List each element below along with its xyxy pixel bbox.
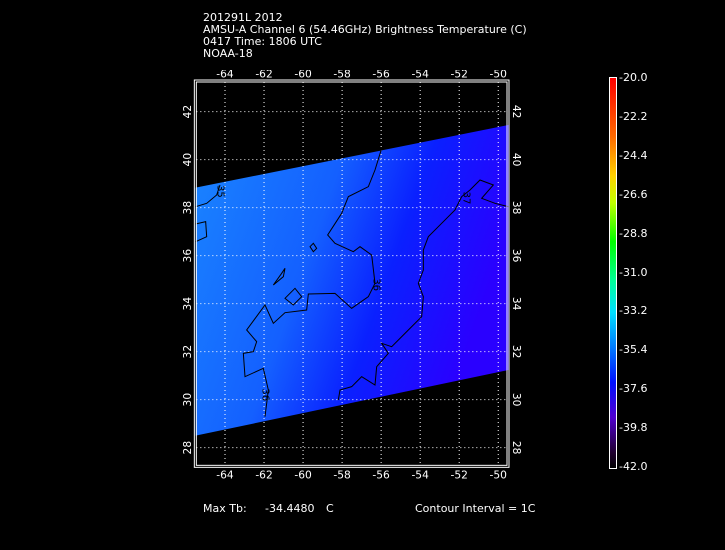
x-tick-label-top: -50 — [490, 70, 508, 80]
x-tick-label-top: -60 — [294, 70, 312, 80]
colorbar-tick-label: -26.6 — [619, 187, 648, 201]
y-tick-label-right: 38 — [510, 201, 523, 215]
contour-label: 36 — [371, 278, 382, 291]
x-tick-label-bottom: -50 — [490, 468, 508, 481]
max-tb-unit: C — [326, 502, 334, 515]
x-tick-label-bottom: -54 — [411, 468, 429, 481]
x-tick-label-top: -58 — [333, 70, 351, 80]
contour-label: 35 — [215, 185, 226, 198]
y-tick-label-right: 34 — [510, 297, 523, 311]
y-tick-label-left: 40 — [181, 153, 194, 167]
colorbar-tick-label: -28.8 — [619, 226, 648, 240]
max-tb-label: Max Tb: — [203, 502, 247, 515]
y-tick-label-left: 32 — [181, 345, 194, 359]
x-tick-label-top: -52 — [450, 70, 467, 80]
x-tick-label-top: -64 — [216, 70, 234, 80]
colorbar — [609, 77, 617, 469]
colorbar-tick-label: -22.2 — [619, 109, 648, 123]
colorbar-tick-label: -24.4 — [619, 148, 648, 162]
y-tick-label-left: 34 — [181, 297, 194, 311]
colorbar-tick-label: -42.0 — [619, 460, 648, 473]
colorbar-tick-label: -37.6 — [619, 382, 648, 396]
x-tick-label-top: -56 — [372, 70, 390, 80]
max-tb-value: -34.4480 — [265, 502, 315, 515]
y-tick-label-right: 36 — [510, 249, 523, 263]
x-tick-label-bottom: -60 — [294, 468, 312, 481]
y-tick-label-left: 38 — [181, 201, 194, 215]
y-tick-label-left: 28 — [181, 441, 194, 455]
brightness-temperature-map: 35 36 37 36 -64 -64 -62 -62 -60 -60 -58 -58 -56 -… — [181, 70, 523, 481]
contour-interval: Contour Interval = 1C — [415, 502, 536, 515]
colorbar-tick-label: -35.4 — [619, 343, 648, 357]
y-tick-label-right: 40 — [510, 153, 523, 167]
y-tick-label-right: 30 — [510, 393, 523, 407]
x-tick-label-bottom: -56 — [372, 468, 390, 481]
x-tick-label-bottom: -58 — [333, 468, 351, 481]
colorbar-tick-label: -39.8 — [619, 421, 648, 435]
x-tick-label-top: -62 — [255, 70, 272, 80]
contour-label: 37 — [460, 192, 471, 205]
contour-label: 36 — [259, 388, 270, 401]
y-tick-label-right: 28 — [510, 441, 523, 455]
swath — [195, 125, 509, 436]
y-tick-label-left: 42 — [181, 105, 194, 119]
x-tick-label-bottom: -62 — [255, 468, 272, 481]
y-tick-label-right: 32 — [510, 345, 523, 359]
x-tick-label-top: -54 — [411, 70, 429, 80]
x-tick-label-bottom: -64 — [216, 468, 234, 481]
colorbar-tick-label: -33.2 — [619, 304, 648, 318]
y-tick-label-left: 30 — [181, 393, 194, 407]
y-tick-label-right: 42 — [510, 105, 523, 119]
x-tick-label-bottom: -52 — [450, 468, 467, 481]
colorbar-tick-label: -20.0 — [619, 71, 648, 84]
title-line-4: NOAA-18 — [203, 47, 253, 60]
colorbar-tick-label: -31.0 — [619, 265, 648, 279]
y-tick-label-left: 36 — [181, 249, 194, 263]
